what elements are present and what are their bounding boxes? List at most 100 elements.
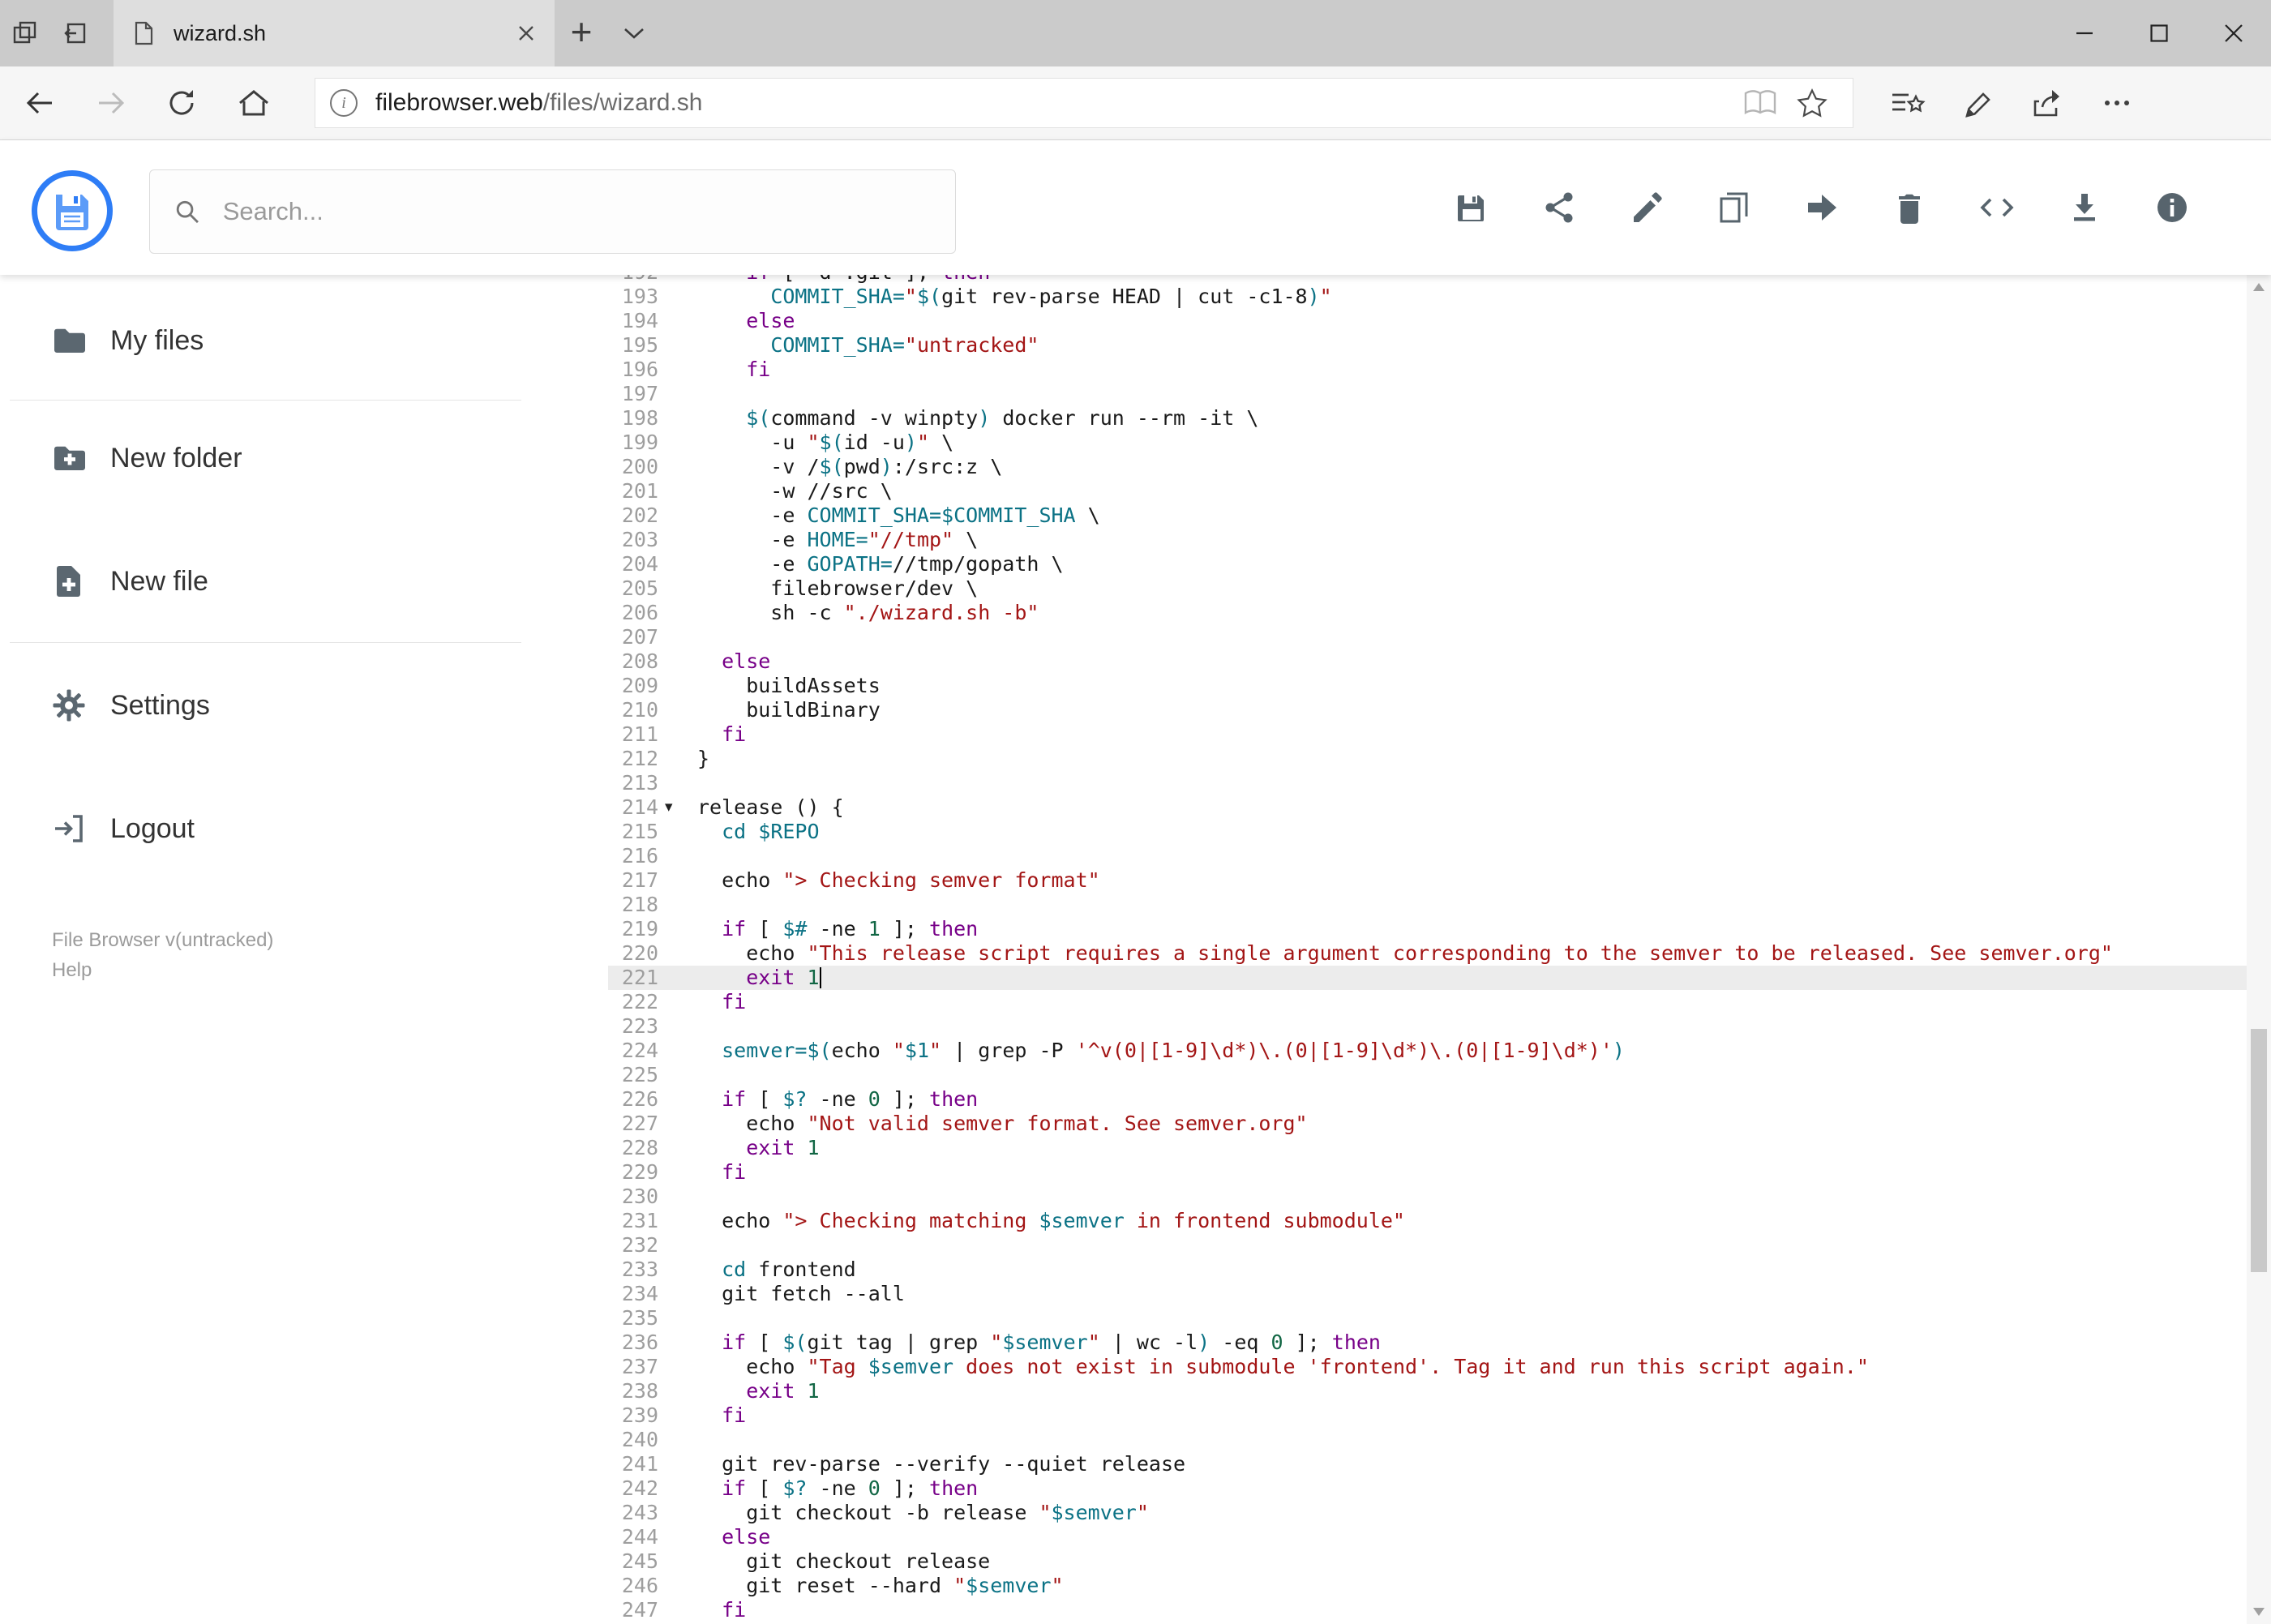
tab-preview-chevron-button[interactable] <box>608 0 660 66</box>
code-line-213[interactable]: 213 <box>608 771 2247 795</box>
refresh-button[interactable] <box>151 71 214 135</box>
search-input[interactable] <box>221 196 931 227</box>
code-line-205[interactable]: 205 filebrowser/dev \ <box>608 576 2247 601</box>
scroll-up-button[interactable] <box>2247 275 2271 299</box>
minimize-button[interactable] <box>2047 0 2122 66</box>
download-button[interactable] <box>2067 190 2102 225</box>
forward-button[interactable] <box>79 71 143 135</box>
code-line-219[interactable]: 219 if [ $# -ne 1 ]; then <box>608 917 2247 941</box>
code-line-220[interactable]: 220 echo "This release script requires a… <box>608 941 2247 966</box>
code-line-230[interactable]: 230 <box>608 1185 2247 1209</box>
sidebar-item-new-folder[interactable]: New folder <box>0 413 580 503</box>
scrollbar-thumb[interactable] <box>2251 1029 2267 1272</box>
code-line-233[interactable]: 233 cd frontend <box>608 1258 2247 1282</box>
code-line-192[interactable]: 192 if [ -d .git ]; then <box>608 275 2247 285</box>
code-line-195[interactable]: 195 COMMIT_SHA="untracked" <box>608 333 2247 358</box>
code-line-234[interactable]: 234 git fetch --all <box>608 1282 2247 1306</box>
code-editor[interactable]: 192 if [ -d .git ]; then193 COMMIT_SHA="… <box>608 275 2247 1624</box>
code-line-193[interactable]: 193 COMMIT_SHA="$(git rev-parse HEAD | c… <box>608 285 2247 309</box>
code-line-217[interactable]: 217 echo "> Checking semver format" <box>608 868 2247 893</box>
save-button[interactable] <box>1454 190 1489 225</box>
code-line-237[interactable]: 237 echo "Tag $semver does not exist in … <box>608 1355 2247 1379</box>
view-source-button[interactable] <box>1979 190 2015 225</box>
help-link[interactable]: Help <box>52 955 580 985</box>
close-window-button[interactable] <box>2196 0 2271 66</box>
tabs-set-aside-list-button[interactable] <box>0 0 50 66</box>
web-notes-pen-button[interactable] <box>1943 71 2012 135</box>
code-line-238[interactable]: 238 exit 1 <box>608 1379 2247 1403</box>
code-line-198[interactable]: 198 $(command -v winpty) docker run --rm… <box>608 406 2247 431</box>
vertical-scrollbar[interactable] <box>2247 275 2271 1624</box>
info-button[interactable] <box>2154 190 2190 225</box>
search-box[interactable] <box>149 169 956 254</box>
code-line-210[interactable]: 210 buildBinary <box>608 698 2247 722</box>
add-favorite-button[interactable] <box>1786 86 1838 120</box>
code-line-199[interactable]: 199 -u "$(id -u)" \ <box>608 431 2247 455</box>
sidebar-item-settings[interactable]: Settings <box>0 661 580 750</box>
code-line-242[interactable]: 242 if [ $? -ne 0 ]; then <box>608 1476 2247 1501</box>
move-button[interactable] <box>1804 190 1840 225</box>
code-line-215[interactable]: 215 cd $REPO <box>608 820 2247 844</box>
code-line-232[interactable]: 232 <box>608 1233 2247 1258</box>
new-tab-button[interactable]: + <box>555 0 608 66</box>
rename-button[interactable] <box>1629 190 1665 225</box>
code-line-229[interactable]: 229 fi <box>608 1160 2247 1185</box>
code-line-222[interactable]: 222 fi <box>608 990 2247 1014</box>
code-line-196[interactable]: 196 fi <box>608 358 2247 382</box>
home-button[interactable] <box>222 71 285 135</box>
browser-tab[interactable]: wizard.sh <box>114 0 555 66</box>
scroll-down-button[interactable] <box>2247 1600 2271 1624</box>
code-line-203[interactable]: 203 -e HOME="//tmp" \ <box>608 528 2247 552</box>
page-info-icon[interactable]: i <box>330 89 358 117</box>
more-options-button[interactable] <box>2082 71 2152 135</box>
code-line-246[interactable]: 246 git reset --hard "$semver" <box>608 1574 2247 1598</box>
code-line-208[interactable]: 208 else <box>608 649 2247 674</box>
code-line-226[interactable]: 226 if [ $? -ne 0 ]; then <box>608 1087 2247 1112</box>
sidebar-item-my-files[interactable]: My files <box>0 296 580 385</box>
code-line-216[interactable]: 216 <box>608 844 2247 868</box>
code-line-240[interactable]: 240 <box>608 1428 2247 1452</box>
code-line-207[interactable]: 207 <box>608 625 2247 649</box>
code-line-247[interactable]: 247 fi <box>608 1598 2247 1622</box>
code-line-224[interactable]: 224 semver=$(echo "$1" | grep -P '^v(0|[… <box>608 1039 2247 1063</box>
back-button[interactable] <box>8 71 71 135</box>
code-line-197[interactable]: 197 <box>608 382 2247 406</box>
address-bar[interactable]: i filebrowser.web/files/wizard.sh <box>315 78 1853 128</box>
code-line-211[interactable]: 211 fi <box>608 722 2247 747</box>
code-line-245[interactable]: 245 git checkout release <box>608 1549 2247 1574</box>
code-line-228[interactable]: 228 exit 1 <box>608 1136 2247 1160</box>
share-file-button[interactable] <box>1541 190 1577 225</box>
delete-button[interactable] <box>1892 190 1927 225</box>
code-line-235[interactable]: 235 <box>608 1306 2247 1330</box>
code-line-239[interactable]: 239 fi <box>608 1403 2247 1428</box>
code-line-194[interactable]: 194 else <box>608 309 2247 333</box>
file-browser-logo[interactable] <box>32 170 113 251</box>
code-line-227[interactable]: 227 echo "Not valid semver format. See s… <box>608 1112 2247 1136</box>
code-line-201[interactable]: 201 -w //src \ <box>608 479 2247 503</box>
set-tabs-aside-button[interactable] <box>50 0 101 66</box>
code-line-236[interactable]: 236 if [ $(git tag | grep "$semver" | wc… <box>608 1330 2247 1355</box>
code-line-204[interactable]: 204 -e GOPATH=//tmp/gopath \ <box>608 552 2247 576</box>
reading-view-button[interactable] <box>1734 86 1786 120</box>
sidebar-item-logout[interactable]: Logout <box>0 784 580 873</box>
code-line-225[interactable]: 225 <box>608 1063 2247 1087</box>
code-line-223[interactable]: 223 <box>608 1014 2247 1039</box>
url-text[interactable]: filebrowser.web/files/wizard.sh <box>375 89 703 117</box>
code-line-221[interactable]: 221 exit 1 <box>608 966 2247 990</box>
maximize-button[interactable] <box>2122 0 2196 66</box>
copy-button[interactable] <box>1716 190 1752 225</box>
tab-close-button[interactable] <box>516 23 537 44</box>
hub-favorites-button[interactable] <box>1873 71 1943 135</box>
code-line-241[interactable]: 241 git rev-parse --verify --quiet relea… <box>608 1452 2247 1476</box>
code-line-209[interactable]: 209 buildAssets <box>608 674 2247 698</box>
code-line-200[interactable]: 200 -v /$(pwd):/src:z \ <box>608 455 2247 479</box>
code-line-214[interactable]: 214 ▾ release () { <box>608 795 2247 820</box>
share-button[interactable] <box>2012 71 2082 135</box>
code-line-212[interactable]: 212} <box>608 747 2247 771</box>
code-line-244[interactable]: 244 else <box>608 1525 2247 1549</box>
sidebar-item-new-file[interactable]: New file <box>0 537 580 626</box>
code-line-206[interactable]: 206 sh -c "./wizard.sh -b" <box>608 601 2247 625</box>
code-line-231[interactable]: 231 echo "> Checking matching $semver in… <box>608 1209 2247 1233</box>
code-line-243[interactable]: 243 git checkout -b release "$semver" <box>608 1501 2247 1525</box>
code-line-202[interactable]: 202 -e COMMIT_SHA=$COMMIT_SHA \ <box>608 503 2247 528</box>
